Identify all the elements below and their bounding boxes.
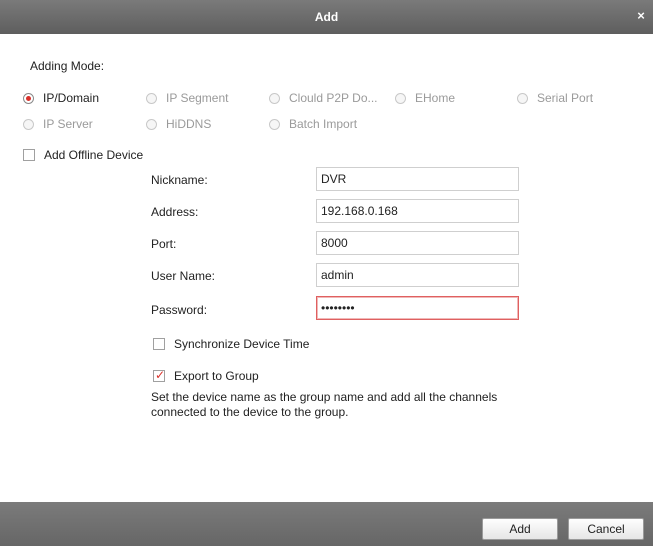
radio-label: Batch Import	[289, 117, 358, 131]
sync-time-checkbox[interactable]: Synchronize Device Time	[153, 337, 309, 351]
checkbox-icon	[23, 149, 35, 161]
radio-icon	[395, 92, 406, 104]
dialog-footer: Add Cancel	[0, 502, 653, 546]
radio-ip-server[interactable]: IP Server	[23, 117, 93, 131]
add-button[interactable]: Add	[482, 518, 558, 540]
checkbox-checked-icon: ✓	[153, 368, 166, 382]
dialog-titlebar: Add ×	[0, 0, 653, 34]
radio-cloud-p2p[interactable]: Clould P2P Do...	[269, 91, 378, 105]
radio-icon	[269, 118, 280, 130]
address-field[interactable]: 192.168.0.168	[316, 199, 519, 223]
radio-hiddns[interactable]: HiDDNS	[146, 117, 211, 131]
dialog-title: Add	[314, 10, 339, 24]
checkbox-label: Synchronize Device Time	[174, 337, 310, 351]
radio-icon	[146, 92, 157, 104]
password-label: Password:	[151, 303, 208, 317]
port-field[interactable]: 8000	[316, 231, 519, 255]
radio-icon	[517, 92, 528, 104]
cancel-button[interactable]: Cancel	[568, 518, 644, 540]
radio-icon	[269, 92, 280, 104]
password-field[interactable]: ••••••••	[316, 296, 519, 320]
radio-batch-import[interactable]: Batch Import	[269, 117, 357, 131]
radio-serial-port[interactable]: Serial Port	[517, 91, 593, 105]
close-icon[interactable]: ×	[634, 9, 648, 23]
radio-checked-icon	[23, 92, 34, 104]
radio-label: Serial Port	[537, 91, 594, 105]
radio-label: EHome	[415, 91, 456, 105]
radio-icon	[23, 118, 34, 130]
radio-ip-segment[interactable]: IP Segment	[146, 91, 228, 105]
port-label: Port:	[151, 237, 177, 251]
radio-label: IP/Domain	[43, 91, 100, 105]
radio-label: IP Server	[43, 117, 93, 131]
checkbox-icon	[153, 338, 165, 350]
radio-icon	[146, 118, 157, 130]
address-label: Address:	[151, 205, 199, 219]
radio-label: Clould P2P Do...	[289, 91, 378, 105]
export-group-hint: Set the device name as the group name an…	[151, 390, 498, 419]
checkbox-label: Add Offline Device	[44, 148, 144, 162]
username-label: User Name:	[151, 269, 216, 283]
radio-label: HiDDNS	[166, 117, 212, 131]
username-field[interactable]: admin	[316, 263, 519, 287]
add-offline-checkbox[interactable]: Add Offline Device	[23, 148, 143, 162]
checkbox-label: Export to Group	[174, 369, 259, 383]
radio-ip-domain[interactable]: IP/Domain	[23, 91, 99, 105]
nickname-field[interactable]: DVR	[316, 167, 519, 191]
dialog-body: Adding Mode: IP/Domain IP Segment Clould…	[0, 34, 653, 502]
checkmark-icon: ✓	[155, 368, 166, 382]
adding-mode-label: Adding Mode:	[30, 59, 105, 73]
radio-ehome[interactable]: EHome	[395, 91, 455, 105]
nickname-label: Nickname:	[151, 173, 208, 187]
export-group-checkbox[interactable]: ✓ Export to Group	[153, 368, 259, 383]
radio-label: IP Segment	[166, 91, 229, 105]
